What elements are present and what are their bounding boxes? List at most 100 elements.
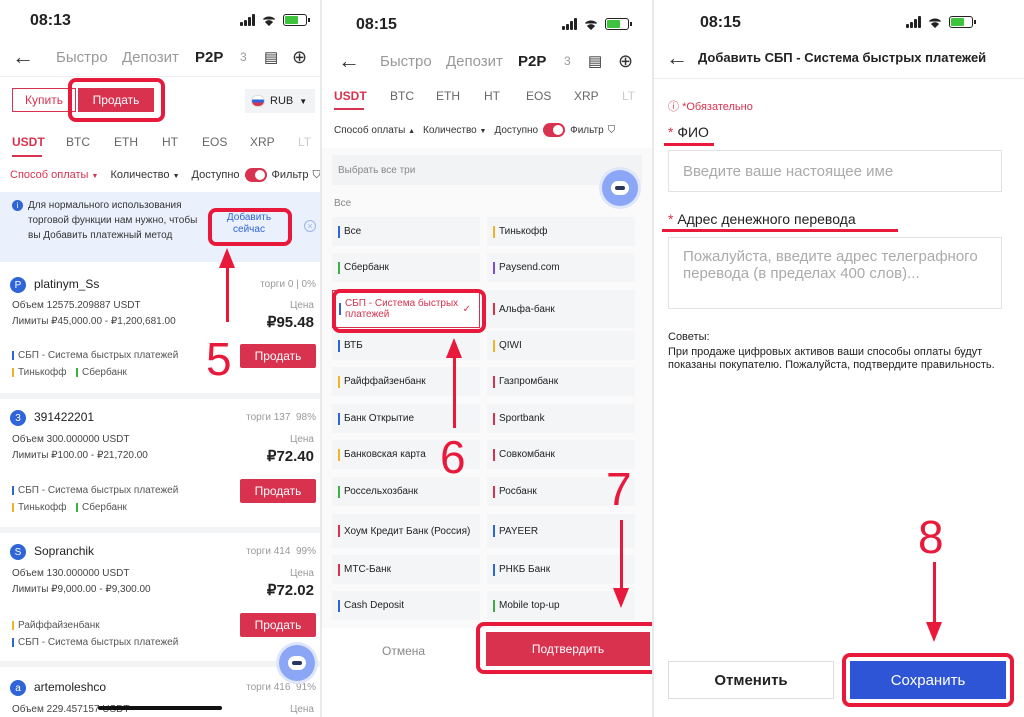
- bank-option[interactable]: QIWI: [487, 331, 635, 360]
- bank-option[interactable]: МТС-Банк: [332, 555, 480, 584]
- token-tab-xrp[interactable]: XRP: [250, 135, 298, 149]
- buy-tab[interactable]: Купить: [12, 88, 76, 112]
- trader-rate: 99%: [295, 546, 316, 557]
- avatar: a: [10, 680, 26, 696]
- orders-icon[interactable]: ▤: [588, 52, 602, 70]
- filter-button[interactable]: Фильтр: [272, 169, 309, 181]
- trader-name[interactable]: platinym_Ss: [34, 277, 99, 291]
- back-arrow-icon[interactable]: ←: [666, 45, 688, 71]
- token-tab-btc[interactable]: BTC: [66, 135, 114, 149]
- trader-name[interactable]: Sopranchik: [34, 544, 94, 558]
- payment-filter-screen: 08:15 ← Быстро Депозит P2P 3 ▤ ⊕ USDT BT…: [322, 0, 652, 717]
- annotation-arrow-head: [613, 588, 629, 608]
- nav-quick[interactable]: Быстро: [56, 49, 108, 66]
- bank-color-marker: [493, 225, 495, 238]
- bank-option-label: Газпромбанк: [499, 376, 559, 387]
- status-bar: 08:15: [654, 0, 1024, 44]
- bank-option[interactable]: Сбербанк: [332, 253, 480, 282]
- token-tab-ht[interactable]: HT: [484, 89, 526, 103]
- bank-option[interactable]: Райффайзенбанк: [332, 367, 480, 396]
- add-icon[interactable]: ⊕: [292, 47, 307, 68]
- trader-volume: Объем 300.000000 USDT: [12, 434, 130, 445]
- bank-option[interactable]: Тинькофф: [487, 217, 635, 246]
- trader-name[interactable]: artemoleshco: [34, 680, 106, 694]
- status-icons: [240, 14, 310, 26]
- bank-option[interactable]: РНКБ Банк: [487, 555, 635, 584]
- bank-option[interactable]: Cash Deposit: [332, 591, 480, 620]
- token-tab-btc[interactable]: BTC: [390, 89, 436, 103]
- add-icon[interactable]: ⊕: [618, 51, 633, 72]
- support-bot-icon[interactable]: [602, 170, 638, 206]
- annotation-box-confirm: [476, 622, 652, 674]
- currency-select[interactable]: RUB ▼: [245, 89, 315, 113]
- bank-option[interactable]: PAYEER: [487, 514, 635, 548]
- back-arrow-icon[interactable]: ←: [12, 44, 34, 70]
- available-toggle[interactable]: [543, 123, 566, 137]
- flag-icon: [251, 95, 265, 107]
- top-nav: ← Быстро Депозит P2P 3 ▤ ⊕: [0, 44, 320, 70]
- address-field[interactable]: Пожалуйста, введите адрес телеграфного п…: [668, 237, 1002, 309]
- cancel-button[interactable]: Отмена: [382, 644, 425, 658]
- bank-option[interactable]: Paysend.com: [487, 253, 635, 282]
- nav-p2p[interactable]: P2P: [195, 49, 223, 66]
- filter-icon[interactable]: ⛉: [608, 125, 616, 136]
- trader-limits: Лимиты ₽9,000.00 - ₽9,300.00: [12, 584, 151, 595]
- bank-option[interactable]: Альфа-банк: [487, 290, 635, 328]
- nav-more[interactable]: 3: [240, 50, 247, 64]
- trader-name[interactable]: 391422201: [34, 410, 94, 424]
- token-tab-eos[interactable]: EOS: [202, 135, 250, 149]
- sell-button[interactable]: Продать: [240, 613, 316, 637]
- bank-option[interactable]: Хоум Кредит Банк (Россия): [332, 514, 480, 548]
- filter-payment[interactable]: Способ оплаты ▼: [10, 169, 98, 181]
- orders-icon[interactable]: ▤: [264, 48, 278, 66]
- back-arrow-icon[interactable]: ←: [338, 48, 360, 74]
- bank-option[interactable]: Sportbank: [487, 404, 635, 433]
- filter-button[interactable]: Фильтр: [570, 125, 604, 136]
- token-tab-usdt[interactable]: USDT: [12, 135, 66, 149]
- token-tab-usdt[interactable]: USDT: [334, 89, 390, 103]
- bank-option[interactable]: Газпромбанк: [487, 367, 635, 396]
- close-icon[interactable]: ×: [304, 220, 316, 232]
- bank-color-marker: [493, 303, 495, 315]
- bank-color-marker: [493, 448, 495, 461]
- annotation-arrow: [453, 356, 456, 428]
- bank-color-marker: [493, 339, 495, 352]
- token-tab-eth[interactable]: ETH: [114, 135, 162, 149]
- sell-button[interactable]: Продать: [240, 479, 316, 503]
- token-tab-lt[interactable]: LT: [622, 89, 642, 103]
- sell-button[interactable]: Продать: [240, 344, 316, 368]
- status-time: 08:15: [700, 14, 741, 31]
- support-bot-icon[interactable]: [279, 645, 315, 681]
- bank-option[interactable]: Банк Открытие: [332, 404, 480, 433]
- filter-icon[interactable]: ⛉: [312, 169, 320, 182]
- token-tab-eos[interactable]: EOS: [526, 89, 574, 103]
- name-field[interactable]: Введите ваше настоящее име: [668, 150, 1002, 192]
- nav-p2p[interactable]: P2P: [518, 53, 546, 70]
- available-toggle[interactable]: [244, 168, 267, 182]
- annotation-box-add: [208, 208, 292, 246]
- trader-trades: торги 416: [246, 682, 291, 693]
- select-all-field[interactable]: Выбрать все три: [332, 155, 642, 185]
- nav-more[interactable]: 3: [564, 54, 571, 68]
- annotation-arrow-head: [446, 338, 462, 358]
- step-number-8: 8: [918, 511, 944, 563]
- filter-amount[interactable]: Количество ▼: [423, 125, 486, 136]
- bank-option-label: Альфа-банк: [499, 303, 555, 315]
- step-number-6: 6: [440, 431, 466, 483]
- token-tab-eth[interactable]: ETH: [436, 89, 484, 103]
- bank-option-label: Сбербанк: [344, 262, 389, 273]
- filter-payment[interactable]: Способ оплаты ▲: [334, 125, 415, 136]
- nav-deposit[interactable]: Депозит: [122, 49, 179, 66]
- nav-deposit[interactable]: Депозит: [446, 53, 503, 70]
- section-label-all: Все: [334, 198, 352, 209]
- annotation-arrow: [620, 520, 623, 590]
- token-tab-xrp[interactable]: XRP: [574, 89, 622, 103]
- token-tab-lt[interactable]: LT: [298, 135, 318, 149]
- filter-amount[interactable]: Количество ▼: [110, 169, 179, 181]
- token-tab-ht[interactable]: HT: [162, 135, 202, 149]
- trader-card: P platinym_Ss торги 0 | 0% Объем 12575.2…: [0, 266, 320, 399]
- bank-option[interactable]: Все: [332, 217, 480, 246]
- nav-quick[interactable]: Быстро: [380, 53, 432, 70]
- cancel-button[interactable]: Отменить: [668, 661, 834, 699]
- payment-method: СБП - Система быстрых платежей: [12, 637, 178, 648]
